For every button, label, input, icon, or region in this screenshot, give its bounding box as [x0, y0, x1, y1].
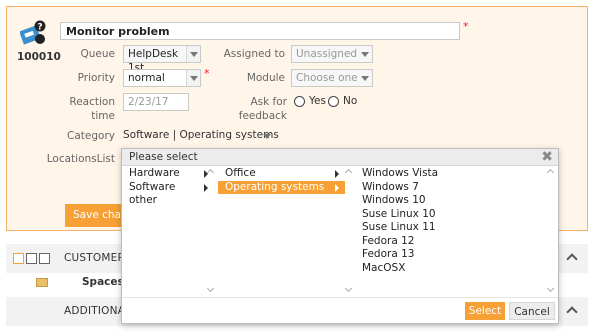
category-option-label: Windows Vista	[362, 167, 439, 179]
company-icon	[36, 278, 48, 287]
category-option[interactable]: MacOSX	[355, 262, 542, 276]
category-option-label: Office	[225, 167, 256, 179]
ask-feedback-label-line1: Ask for	[250, 96, 287, 108]
ticket-id: 100010	[17, 51, 61, 63]
assigned-to-select[interactable]: Unassigned	[291, 45, 373, 63]
reaction-time-input[interactable]: 2/23/17	[123, 93, 189, 111]
category-option-label: Suse Linux 11	[362, 221, 436, 233]
category-option-label: Hardware	[129, 167, 180, 179]
reaction-time-label: Reaction time	[57, 95, 115, 123]
category-option-label: Fedora 13	[362, 248, 415, 260]
category-column-level1: Hardware Software other	[122, 167, 214, 297]
required-marker: *	[204, 67, 210, 80]
feedback-no-label: No	[343, 95, 358, 107]
view-icon[interactable]	[13, 253, 24, 264]
category-option[interactable]: Software	[122, 181, 214, 195]
submenu-arrow-icon	[335, 183, 339, 192]
category-option-label: Suse Linux 10	[362, 207, 436, 220]
feedback-yes-radio[interactable]	[294, 96, 305, 107]
assigned-to-label: Assigned to	[223, 48, 285, 60]
module-select[interactable]: Choose one	[291, 69, 373, 87]
queue-select[interactable]: HelpDesk 1st	[123, 45, 201, 74]
chevron-down-icon	[358, 70, 372, 86]
scroll-down-icon[interactable]	[344, 284, 353, 293]
assigned-to-value: Unassigned	[296, 48, 358, 60]
feedback-no-radio[interactable]	[328, 96, 339, 107]
chevron-down-icon	[358, 46, 372, 62]
category-option[interactable]: Windows 10	[355, 194, 542, 208]
category-option[interactable]: Suse Linux 11	[355, 221, 542, 235]
dialog-footer: Select Cancel	[122, 297, 558, 323]
dialog-title: Please select	[129, 151, 198, 163]
category-column-level3: Windows Vista Windows 7 Windows 10 Suse Lin…	[355, 167, 542, 297]
view-detail-icon[interactable]	[39, 253, 50, 264]
category-option[interactable]: Office	[218, 167, 345, 181]
required-marker: *	[463, 20, 469, 33]
category-option-label: Windows 7	[362, 180, 419, 193]
queue-label: Queue	[80, 48, 116, 60]
category-option[interactable]: Operating systems	[218, 180, 345, 194]
category-option[interactable]: Fedora 13	[355, 248, 542, 262]
category-option-label: Software	[129, 180, 176, 193]
category-option-label: Operating systems	[225, 180, 325, 193]
category-option[interactable]: Windows 7	[355, 181, 542, 195]
chevron-down-icon	[186, 70, 200, 86]
chevron-up-icon[interactable]	[566, 253, 578, 265]
category-option[interactable]: Suse Linux 10	[355, 208, 542, 222]
category-option[interactable]: other	[122, 194, 214, 208]
scrollbar[interactable]	[344, 167, 354, 295]
close-icon[interactable]: ✖	[541, 149, 553, 165]
scrollbar[interactable]	[206, 167, 216, 295]
chevron-up-icon[interactable]	[566, 306, 578, 318]
module-label: Module	[246, 72, 285, 84]
ask-feedback-label-line2: feedback	[238, 110, 287, 122]
priority-label: Priority	[77, 72, 115, 84]
category-option-label: Windows 10	[362, 194, 426, 206]
module-placeholder: Choose one	[296, 72, 358, 84]
category-label: Category	[67, 130, 115, 142]
svg-text:?: ?	[37, 23, 42, 33]
scroll-up-icon[interactable]	[206, 168, 215, 177]
scrollbar[interactable]	[546, 167, 556, 295]
ticket-help-icon: ?	[20, 20, 46, 45]
dialog-header: Please select ✖	[122, 149, 558, 166]
chevron-down-icon[interactable]	[263, 134, 271, 139]
cancel-button[interactable]: Cancel	[509, 302, 555, 320]
category-option-label: MacOSX	[362, 261, 406, 274]
category-option-label: other	[129, 194, 157, 206]
submenu-arrow-icon	[335, 170, 339, 178]
category-option[interactable]: Hardware	[122, 167, 214, 181]
priority-select[interactable]: normal	[123, 69, 201, 87]
category-select-dialog: Please select ✖ Hardware Software other Of…	[121, 148, 559, 324]
ask-feedback-label: Ask for feedback	[221, 95, 287, 123]
scroll-down-icon[interactable]	[206, 284, 215, 293]
priority-value: normal	[128, 72, 165, 84]
category-value[interactable]: Software | Operating systems	[123, 129, 279, 141]
reaction-time-label-line2: time	[91, 110, 115, 122]
feedback-yes-label: Yes	[309, 95, 326, 107]
category-option[interactable]: Windows Vista	[355, 167, 542, 181]
reaction-time-label-line1: Reaction	[69, 96, 115, 108]
scroll-up-icon[interactable]	[546, 168, 555, 177]
scroll-down-icon[interactable]	[546, 284, 555, 293]
ticket-title-input[interactable]	[60, 22, 460, 40]
select-button[interactable]: Select	[465, 302, 505, 320]
scroll-up-icon[interactable]	[344, 168, 353, 177]
category-option[interactable]: Fedora 12	[355, 235, 542, 249]
view-list-icon[interactable]	[26, 253, 37, 264]
category-column-level2: Office Operating systems	[218, 167, 345, 297]
locations-list-label: LocationsList	[46, 153, 115, 165]
chevron-down-icon	[186, 46, 200, 62]
category-option-label: Fedora 12	[362, 234, 415, 247]
